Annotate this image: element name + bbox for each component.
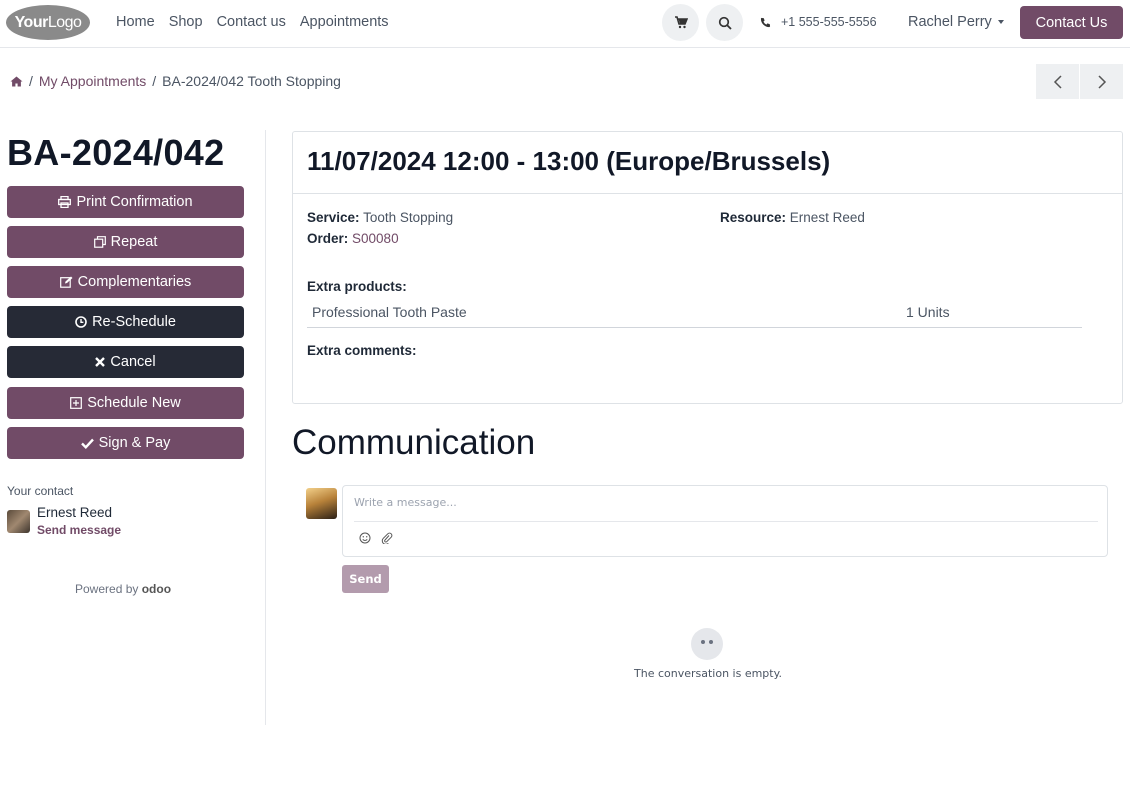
nav-appointments[interactable]: Appointments: [300, 14, 389, 30]
breadcrumb-my-appointments[interactable]: My Appointments: [39, 73, 146, 89]
order-label: Order:: [307, 231, 349, 246]
plus-square-icon: [70, 397, 83, 409]
user-name: Rachel Perry: [908, 14, 992, 30]
clock-icon: [75, 316, 87, 328]
communication-title: Communication: [292, 423, 536, 462]
cancel-label: Cancel: [110, 354, 156, 370]
main-nav: Home Shop Contact us Appointments: [116, 14, 389, 30]
table-row: Professional Tooth Paste 1 Units: [307, 300, 1082, 328]
complementaries-label: Complementaries: [77, 274, 192, 290]
phone-link[interactable]: +1 555-555-5556: [760, 15, 877, 29]
next-button[interactable]: [1080, 64, 1123, 99]
complementaries-button[interactable]: Complementaries: [7, 266, 244, 298]
search-button[interactable]: [706, 4, 743, 41]
empty-conversation-text: The conversation is empty.: [634, 667, 783, 680]
resource-label: Resource:: [720, 210, 787, 225]
order-link[interactable]: S00080: [352, 231, 399, 246]
top-navbar: Your Logo Home Shop Contact us Appointmen…: [0, 0, 1130, 48]
service-field: Service: Tooth Stopping: [307, 210, 453, 225]
powered-by-text: Powered by: [75, 582, 139, 596]
user-menu[interactable]: Rachel Perry: [908, 14, 1004, 30]
service-label: Service:: [307, 210, 360, 225]
resource-value: Ernest Reed: [789, 210, 865, 225]
print-confirmation-label: Print Confirmation: [76, 194, 193, 210]
reschedule-button[interactable]: Re-Schedule: [7, 306, 244, 338]
phone-number: +1 555-555-5556: [781, 15, 877, 29]
extra-comments-label: Extra comments:: [307, 343, 417, 358]
schedule-new-label: Schedule New: [87, 395, 181, 411]
appointment-card: 11/07/2024 12:00 - 13:00 (Europe/Brussel…: [292, 131, 1123, 404]
reschedule-label: Re-Schedule: [92, 314, 176, 330]
edit-icon: [59, 276, 73, 288]
contact-us-button[interactable]: Contact Us: [1020, 6, 1123, 39]
print-confirmation-button[interactable]: Print Confirmation: [7, 186, 244, 218]
avatar: [306, 488, 337, 519]
sign-pay-button[interactable]: Sign & Pay: [7, 427, 244, 459]
logo-text-bold: Your: [14, 13, 49, 31]
powered-by: Powered by odoo: [75, 582, 171, 596]
your-contact-label: Your contact: [7, 484, 74, 498]
message-composer[interactable]: Write a message...: [342, 485, 1108, 557]
message-input[interactable]: Write a message...: [354, 496, 457, 509]
breadcrumb-current: BA-2024/042 Tooth Stopping: [162, 73, 341, 89]
sidebar: BA-2024/042 Print Confirmation Repeat Co…: [0, 130, 266, 725]
print-icon: [58, 196, 72, 208]
x-icon: [95, 357, 106, 367]
home-icon[interactable]: [10, 76, 23, 87]
record-pager: [1036, 64, 1123, 99]
search-icon: [718, 16, 732, 30]
service-value: Tooth Stopping: [363, 210, 454, 225]
logo-text-light: Logo: [47, 13, 82, 31]
emoji-icon[interactable]: [359, 532, 371, 544]
repeat-label: Repeat: [110, 234, 158, 250]
chevron-right-icon: [1097, 74, 1106, 89]
contact-avatar: [7, 510, 30, 533]
cart-icon: [674, 16, 688, 29]
nav-contact-us[interactable]: Contact us: [217, 14, 286, 30]
composer-divider: [354, 521, 1098, 522]
breadcrumb-separator: /: [152, 73, 157, 89]
odoo-logo[interactable]: odoo: [142, 582, 171, 596]
empty-conversation-icon: [691, 628, 723, 660]
check-icon: [80, 438, 94, 449]
caret-down-icon: [997, 20, 1004, 24]
extra-products-label: Extra products:: [307, 279, 407, 294]
repeat-button[interactable]: Repeat: [7, 226, 244, 258]
cart-button[interactable]: [662, 4, 699, 41]
breadcrumb: / My Appointments / BA-2024/042 Tooth St…: [10, 73, 341, 89]
cancel-button[interactable]: Cancel: [7, 346, 244, 378]
breadcrumb-separator: /: [29, 73, 33, 89]
contact-name: Ernest Reed: [37, 505, 113, 520]
appointment-reference: BA-2024/042: [7, 132, 225, 173]
product-name: Professional Tooth Paste: [312, 304, 467, 320]
send-button[interactable]: Send: [342, 565, 389, 593]
resource-field: Resource: Ernest Reed: [720, 210, 865, 225]
composer-toolbar: [359, 532, 393, 544]
copy-icon: [93, 236, 106, 248]
company-logo[interactable]: Your Logo: [6, 5, 90, 40]
phone-icon: [760, 17, 771, 27]
chevron-left-icon: [1053, 74, 1062, 89]
send-message-link[interactable]: Send message: [37, 523, 121, 537]
order-field: Order: S00080: [307, 231, 399, 246]
paperclip-icon[interactable]: [381, 532, 393, 544]
previous-button[interactable]: [1036, 64, 1079, 99]
product-qty: 1 Units: [906, 304, 950, 320]
nav-home[interactable]: Home: [116, 14, 155, 30]
schedule-new-button[interactable]: Schedule New: [7, 387, 244, 419]
nav-shop[interactable]: Shop: [169, 14, 203, 30]
sign-pay-label: Sign & Pay: [98, 435, 171, 451]
appointment-datetime: 11/07/2024 12:00 - 13:00 (Europe/Brussel…: [293, 132, 1122, 194]
